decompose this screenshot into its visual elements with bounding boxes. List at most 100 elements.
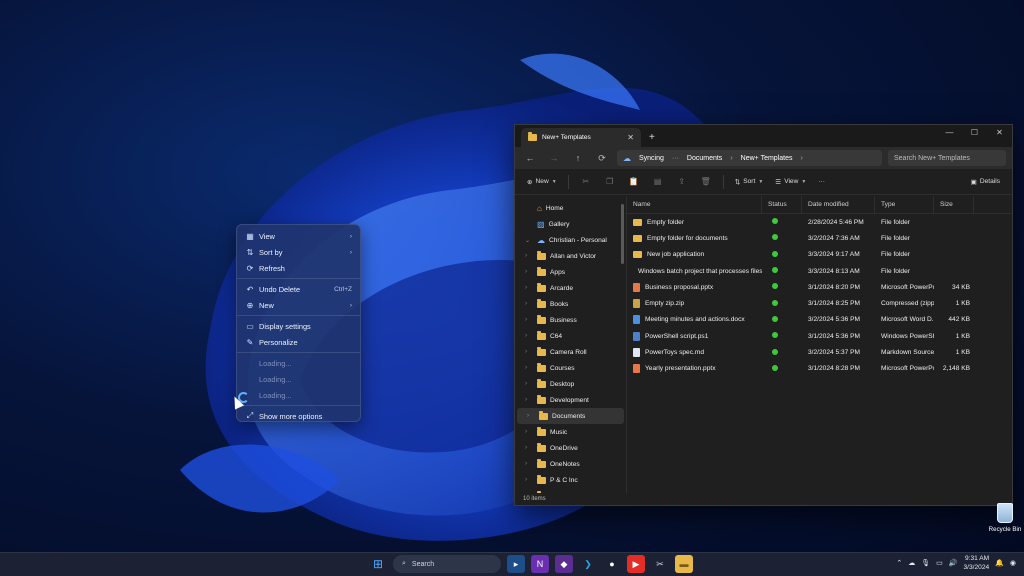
nav-folder-item[interactable]: › Business <box>515 312 626 328</box>
nav-folder-item[interactable]: › Development <box>515 392 626 408</box>
address-bar[interactable]: ☁ Syncing ··· Documents › New+ Templates… <box>617 150 882 166</box>
details-button[interactable]: ▣ Details <box>967 173 1004 191</box>
column-name[interactable]: Name <box>627 195 762 214</box>
file-row[interactable]: Business proposal.pptx 3/1/2024 8:20 PM Mi… <box>627 279 1012 295</box>
file-row[interactable]: PowerToys spec.md 3/2/2024 5:37 PM Markdow… <box>627 344 1012 360</box>
view-button[interactable]: ☰ View ▼ <box>771 173 810 191</box>
onedrive-tray-icon[interactable]: ☁ <box>908 559 915 567</box>
column-size[interactable]: Size <box>934 195 974 214</box>
chevron-right-icon[interactable]: › <box>525 269 533 275</box>
column-date-modified[interactable]: Date modified <box>802 195 875 214</box>
file-row[interactable]: Meeting minutes and actions.docx 3/2/2024… <box>627 312 1012 328</box>
chevron-right-icon[interactable]: › <box>525 253 533 259</box>
chevron-right-icon[interactable]: › <box>525 429 533 435</box>
sort-button[interactable]: ⇅ Sort ▼ <box>731 173 768 191</box>
close-tab-icon[interactable]: ✕ <box>627 133 634 142</box>
chevron-right-icon[interactable]: › <box>527 413 535 419</box>
nav-folder-item[interactable]: › OneNotes <box>515 456 626 472</box>
chevron-right-icon[interactable]: › <box>525 285 533 291</box>
delete-icon[interactable]: 🗑 <box>696 173 716 191</box>
file-row[interactable]: Windows batch project that processes fil… <box>627 263 1012 279</box>
menu-item-new[interactable]: ⊕ New › <box>237 297 360 313</box>
breadcrumb-new-templates[interactable]: New+ Templates <box>741 155 793 162</box>
chevron-right-icon[interactable]: › <box>525 381 533 387</box>
chevron-right-icon[interactable]: › <box>525 477 533 483</box>
file-row[interactable]: Empty folder 2/28/2024 5:46 PM File folder <box>627 214 1012 230</box>
youtube-app-icon[interactable]: ▶ <box>627 555 645 573</box>
rename-icon[interactable]: ▤ <box>648 173 668 191</box>
nav-folder-item[interactable]: › Courses <box>515 360 626 376</box>
nav-folder-item[interactable]: › Allan and Victor <box>515 248 626 264</box>
nav-folder-item[interactable]: › Desktop <box>515 376 626 392</box>
vscode-app-icon[interactable]: ❯ <box>579 555 597 573</box>
menu-item-undo-delete[interactable]: ↶ Undo Delete Ctrl+Z <box>237 281 360 297</box>
chevron-down-icon[interactable]: ⌄ <box>525 237 533 244</box>
chevron-right-icon[interactable]: › <box>525 461 533 467</box>
microphone-icon[interactable]: 🎙 <box>921 559 930 567</box>
chevron-right-icon[interactable]: › <box>525 397 533 403</box>
windows-start-icon[interactable]: ⊞ <box>369 555 387 573</box>
paste-icon[interactable]: 📋 <box>624 173 644 191</box>
up-arrow-icon[interactable]: ↑ <box>569 153 587 163</box>
close-window-icon[interactable]: ✕ <box>987 125 1012 141</box>
cut-icon[interactable]: ✂ <box>576 173 596 191</box>
nav-folder-item[interactable]: › Documents <box>517 408 624 424</box>
nav-item-gallery[interactable]: ▨ Gallery <box>515 216 626 232</box>
menu-item-refresh[interactable]: ⟳ Refresh <box>237 260 360 276</box>
tab-new-templates[interactable]: New+ Templates ✕ <box>521 128 641 147</box>
menu-item-display-settings[interactable]: ▭ Display settings <box>237 318 360 334</box>
menu-item-view[interactable]: ▦ View › <box>237 228 360 244</box>
chevron-right-icon[interactable]: › <box>525 301 533 307</box>
file-row[interactable]: New job application 3/3/2024 9:17 AM File … <box>627 247 1012 263</box>
file-row[interactable]: Yearly presentation.pptx 3/1/2024 8:28 PM… <box>627 361 1012 377</box>
nav-folder-item[interactable]: › OneDrive <box>515 440 626 456</box>
column-status[interactable]: Status <box>762 195 802 214</box>
nav-folder-item[interactable]: › C64 <box>515 328 626 344</box>
taskbar-search[interactable]: ⌕ Search <box>393 555 501 573</box>
copy-icon[interactable]: ❐ <box>600 173 620 191</box>
column-type[interactable]: Type <box>875 195 934 214</box>
chevron-right-icon[interactable]: › <box>525 333 533 339</box>
file-explorer-app-icon[interactable]: ▬ <box>675 555 693 573</box>
menu-item-show-more-options[interactable]: ⤢ Show more options <box>237 408 360 424</box>
more-options-button[interactable]: ··· <box>814 173 829 191</box>
chevron-up-icon[interactable]: ⌃ <box>896 559 902 567</box>
nav-folder-item[interactable]: › Camera Roll <box>515 344 626 360</box>
volume-icon[interactable]: 🔊 <box>949 559 958 567</box>
forward-arrow-icon[interactable]: → <box>545 153 563 163</box>
visual-studio-app-icon[interactable]: ◆ <box>555 555 573 573</box>
maximize-icon[interactable]: ☐ <box>962 125 987 141</box>
github-app-icon[interactable]: ● <box>603 555 621 573</box>
chevron-right-icon[interactable]: › <box>525 365 533 371</box>
menu-item-personalize[interactable]: ✎ Personalize <box>237 334 360 350</box>
nav-folder-item[interactable]: › Arcarde <box>515 280 626 296</box>
file-row[interactable]: Empty folder for documents 3/2/2024 7:36 … <box>627 230 1012 246</box>
breadcrumb-documents[interactable]: Documents <box>687 155 722 162</box>
recycle-bin-shortcut[interactable]: Recycle Bin <box>987 503 1023 533</box>
notification-bell-icon[interactable]: 🔔 <box>995 559 1004 567</box>
nav-item-home[interactable]: ⌂ Home <box>515 200 626 216</box>
breadcrumb-overflow[interactable]: ··· <box>672 155 679 162</box>
refresh-icon[interactable]: ⟳ <box>593 153 611 164</box>
file-row[interactable]: Empty zip.zip 3/1/2024 8:25 PM Compressed … <box>627 295 1012 311</box>
copilot-icon[interactable]: ◉ <box>1010 559 1016 567</box>
minimize-icon[interactable]: — <box>937 125 962 141</box>
new-tab-button[interactable]: + <box>649 132 655 143</box>
nav-folder-item[interactable]: › Books <box>515 296 626 312</box>
onenote-app-icon[interactable]: N <box>531 555 549 573</box>
file-row[interactable]: PowerShell script.ps1 3/1/2024 5:36 PM Win… <box>627 328 1012 344</box>
menu-item-sort-by[interactable]: ⇅ Sort by › <box>237 244 360 260</box>
back-arrow-icon[interactable]: ← <box>521 153 539 163</box>
share-icon[interactable]: ⇪ <box>672 173 692 191</box>
clock[interactable]: 9:31 AM 3/3/2024 <box>964 554 990 572</box>
chevron-right-icon[interactable]: › <box>525 445 533 451</box>
search-input[interactable]: Search New+ Templates <box>888 150 1006 166</box>
chevron-right-icon[interactable]: › <box>525 317 533 323</box>
chevron-right-icon[interactable]: › <box>525 349 533 355</box>
nav-scrollbar[interactable] <box>621 204 624 264</box>
snipping-tool-app-icon[interactable]: ✂ <box>651 555 669 573</box>
terminal-app-icon[interactable]: ▸ <box>507 555 525 573</box>
nav-item-onedrive-personal[interactable]: ⌄ ☁ Christian - Personal <box>515 232 626 248</box>
nav-folder-item[interactable]: › P & C Inc <box>515 472 626 488</box>
nav-folder-item[interactable]: › Apps <box>515 264 626 280</box>
